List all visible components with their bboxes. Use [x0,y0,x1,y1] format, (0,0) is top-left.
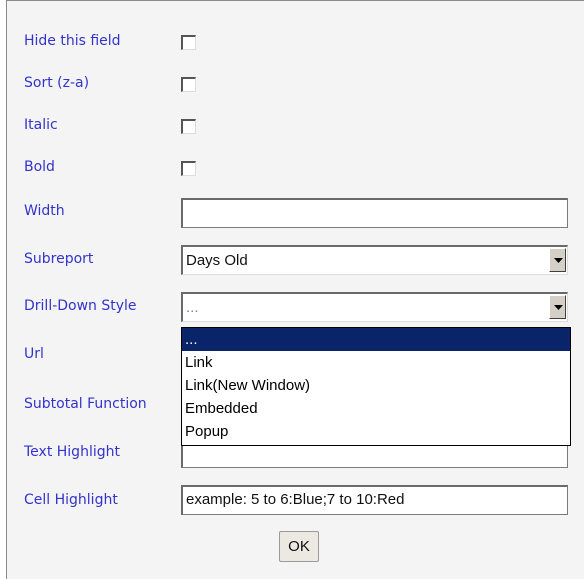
cell-highlight-input[interactable]: example: 5 to 6:Blue;7 to 10:Red [181,485,568,515]
italic-checkbox[interactable] [181,119,196,134]
width-input[interactable] [181,198,568,228]
triangle-down-icon [554,258,563,263]
drill-down-style-dropdown-button[interactable] [549,295,566,319]
width-label: Width [24,203,65,219]
subreport-value: Days Old [186,252,248,269]
sort-za-label: Sort (z-a) [24,75,90,91]
option-link-new-window[interactable]: Link(New Window) [182,374,570,397]
drill-down-style-options-list: ... Link Link(New Window) Embedded Popup [181,327,571,446]
subreport-dropdown-button[interactable] [549,248,566,272]
hide-this-field-checkbox[interactable] [181,35,196,50]
bold-label: Bold [24,159,55,175]
subreport-label: Subreport [24,251,94,267]
text-highlight-label: Text Highlight [24,444,120,460]
option-popup[interactable]: Popup [182,420,570,443]
drill-down-style-value: ... [186,299,199,316]
drill-down-style-label: Drill-Down Style [24,298,137,314]
ok-button[interactable]: OK [279,531,319,562]
url-label: Url [24,346,44,362]
hide-this-field-label: Hide this field [24,33,121,49]
drill-down-style-select[interactable]: ... [181,292,568,322]
option-none[interactable]: ... [182,328,570,351]
cell-highlight-label: Cell Highlight [24,492,118,508]
bold-checkbox[interactable] [181,161,196,176]
triangle-down-icon [554,305,563,310]
subreport-select[interactable]: Days Old [181,245,568,275]
subtotal-function-label: Subtotal Function [24,396,147,412]
italic-label: Italic [24,117,58,133]
sort-za-checkbox[interactable] [181,77,196,92]
option-embedded[interactable]: Embedded [182,397,570,420]
option-link[interactable]: Link [182,351,570,374]
